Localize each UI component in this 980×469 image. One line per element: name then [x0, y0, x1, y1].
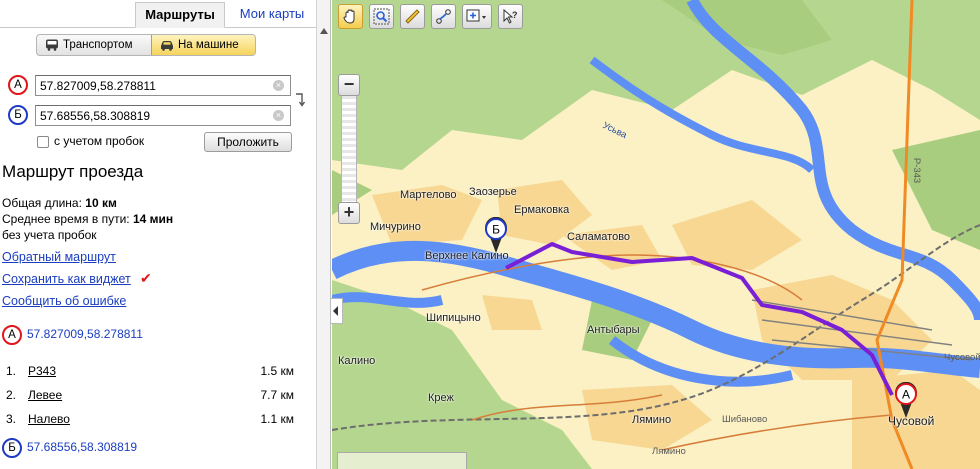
svg-text:А: А — [902, 388, 910, 402]
step-number: 3. — [6, 412, 17, 426]
step-name[interactable]: Налево — [28, 412, 70, 426]
route-icon — [436, 9, 451, 24]
place-martelovo: Мартелово — [400, 189, 457, 201]
mode-car-label: На машине — [178, 39, 239, 51]
chevron-left-icon — [333, 306, 338, 316]
route-length: Общая длина: 10 км — [2, 196, 117, 210]
route-step: 3. Налево 1.1 км — [0, 412, 300, 430]
traffic-checkbox[interactable] — [37, 136, 49, 148]
step-name[interactable]: Левее — [28, 388, 62, 402]
zoom-control: − + — [338, 74, 360, 226]
place-shipitsyno: Шипицыно — [426, 312, 481, 324]
point-a-marker-icon[interactable]: А — [892, 382, 920, 420]
route-panel: Маршруты Мои карты Транспортом На машине… — [0, 0, 316, 469]
route-time-label: Среднее время в пути: — [2, 212, 130, 226]
place-ermakovka: Ермаковка — [514, 204, 570, 216]
info-tool-button[interactable]: ? — [498, 4, 523, 29]
hand-icon — [343, 9, 355, 24]
mode-transport-label: Транспортом — [63, 39, 133, 51]
tab-my-maps[interactable]: Мои карты — [232, 2, 312, 28]
map-view[interactable]: Мартелово Заозерье Ермаковка Мичурино Са… — [332, 0, 980, 469]
add-placemark-icon — [466, 9, 486, 22]
zoom-in-button[interactable]: + — [338, 202, 360, 224]
zoom-out-button[interactable]: − — [338, 74, 360, 96]
step-name[interactable]: Р343 — [28, 364, 56, 378]
panel-tabs: Маршруты Мои карты — [0, 0, 316, 28]
step-distance: 1.1 км — [260, 412, 294, 426]
place-salamatovo: Саламатово — [567, 231, 631, 243]
svg-text:Б: Б — [492, 223, 500, 237]
route-length-value: 10 км — [85, 196, 117, 210]
traffic-checkbox-label: с учетом пробок — [54, 134, 145, 148]
route-length-label: Общая длина: — [2, 196, 82, 210]
route-time: Среднее время в пути: 14 мин — [2, 212, 173, 226]
place-michurino: Мичурино — [370, 221, 421, 233]
point-b-badge: Б — [8, 105, 28, 125]
car-icon — [161, 41, 173, 51]
route-time-value: 14 мин — [132, 212, 174, 226]
scroll-up-icon[interactable] — [320, 28, 328, 34]
step-number: 2. — [6, 388, 17, 402]
travel-mode-switch: Транспортом На машине — [36, 34, 256, 56]
route-step: 1. Р343 1.5 км — [0, 364, 300, 382]
end-point-coords[interactable]: 57.68556,58.308819 — [27, 440, 137, 454]
ruler-tool-button[interactable] — [400, 4, 425, 29]
clear-point-a-icon[interactable]: × — [273, 80, 284, 91]
place-shibanovo: Шибаново — [722, 414, 768, 425]
point-a-input[interactable] — [35, 75, 291, 96]
place-chusovoy-edge: Чусовой — [944, 352, 980, 363]
route-title: Маршрут проезда — [2, 162, 144, 181]
overview-map[interactable] — [337, 452, 467, 469]
place-lyamino-bottom: Лямино — [652, 446, 686, 457]
checkmark-icon: ✔ — [140, 270, 152, 286]
zoom-area-tool-button[interactable] — [369, 4, 394, 29]
point-b-marker-icon[interactable]: Б — [482, 217, 510, 255]
build-route-button[interactable]: Проложить — [204, 132, 292, 152]
step-number: 1. — [6, 364, 17, 378]
place-antybary: Антыбары — [587, 324, 640, 336]
magnifier-icon — [373, 8, 390, 25]
place-kalino: Калино — [338, 355, 376, 367]
start-point-coords[interactable]: 57.827009,58.278811 — [27, 327, 143, 341]
zoom-slider[interactable] — [341, 96, 357, 204]
svg-text:?: ? — [512, 10, 518, 20]
mode-car-button[interactable]: На машине — [151, 35, 255, 55]
bus-icon — [46, 39, 58, 51]
point-b-input[interactable] — [35, 105, 291, 126]
ruler-icon — [405, 9, 420, 24]
place-lyamino: Лямино — [632, 414, 672, 426]
report-error-link[interactable]: Сообщить об ошибке — [2, 294, 126, 308]
step-distance: 7.7 км — [260, 388, 294, 402]
help-cursor-icon: ? — [503, 8, 518, 24]
tab-routes[interactable]: Маршруты — [135, 2, 225, 28]
swap-points-icon[interactable] — [294, 92, 306, 108]
clear-point-b-icon[interactable]: × — [273, 110, 284, 121]
save-widget-link[interactable]: Сохранить как виджет — [2, 272, 131, 286]
no-traffic-note: без учета пробок — [2, 228, 97, 242]
reverse-route-link[interactable]: Обратный маршрут — [2, 250, 116, 264]
start-point-badge: А — [2, 325, 22, 345]
point-a-badge: А — [8, 75, 28, 95]
panel-scrollbar[interactable] — [316, 0, 331, 469]
step-distance: 1.5 км — [260, 364, 294, 378]
route-tool-button[interactable] — [431, 4, 456, 29]
end-point-badge: Б — [2, 438, 22, 458]
route-step: 2. Левее 7.7 км — [0, 388, 300, 406]
pan-tool-button[interactable] — [338, 4, 363, 29]
road-label-r343: Р-343 — [911, 157, 923, 184]
place-zaozerie: Заозерье — [469, 186, 517, 198]
mode-transport-button[interactable]: Транспортом — [37, 35, 151, 55]
place-krezh: Креж — [428, 392, 454, 404]
collapse-panel-button[interactable] — [331, 298, 343, 324]
add-object-tool-button[interactable] — [462, 4, 492, 29]
